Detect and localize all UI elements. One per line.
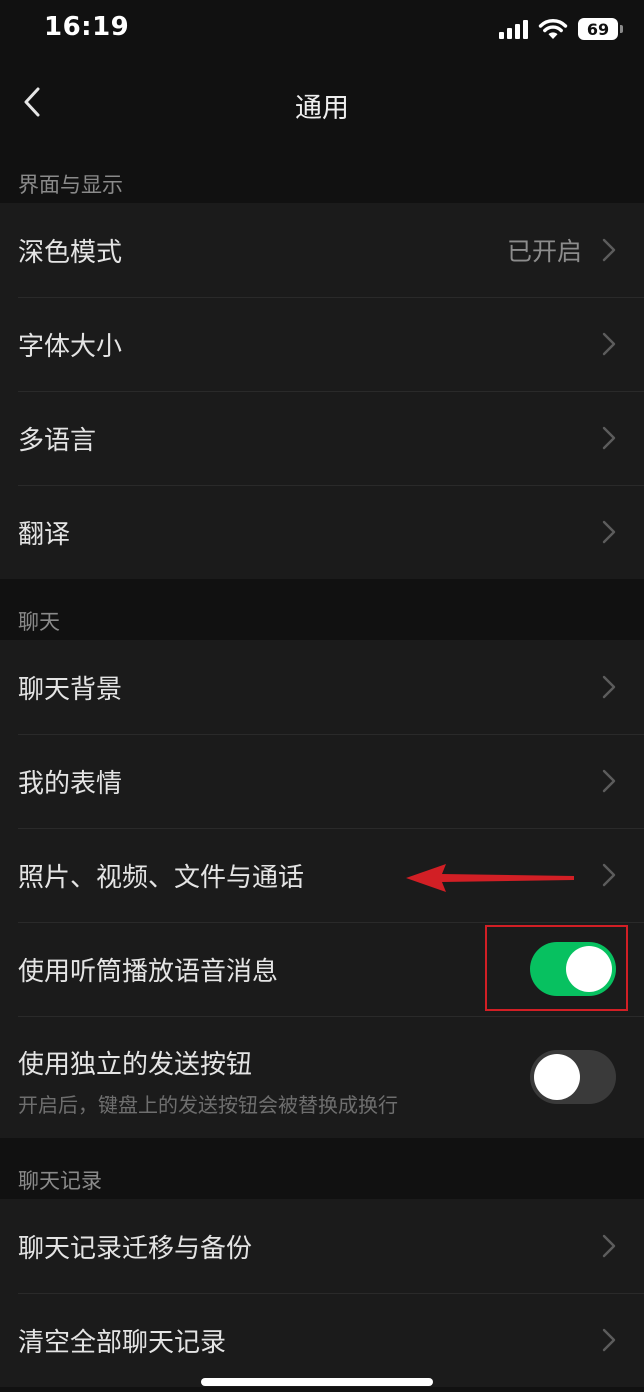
battery-level: 69 <box>586 19 610 39</box>
row-label: 聊天背景 <box>18 674 123 705</box>
toggle-knob <box>534 1054 580 1100</box>
battery-icon: 69 <box>578 18 623 40</box>
home-indicator <box>201 1378 433 1386</box>
chevron-right-icon <box>602 426 616 450</box>
row-label: 字体大小 <box>18 331 123 362</box>
signal-icon <box>499 19 528 39</box>
annotation-highlight-box <box>485 925 628 1011</box>
nav-bar: 通用 <box>0 62 644 146</box>
row-my-stickers[interactable]: 我的表情 <box>0 734 644 828</box>
group-display: 深色模式 已开启 字体大小 多语言 翻译 <box>0 203 644 579</box>
chevron-right-icon <box>602 332 616 356</box>
status-icons: 69 <box>499 16 623 42</box>
chevron-right-icon <box>602 769 616 793</box>
row-translate[interactable]: 翻译 <box>0 485 644 579</box>
row-label: 清空全部聊天记录 <box>18 1327 227 1358</box>
status-time: 16:19 <box>44 12 130 42</box>
section-header-chat: 聊天 <box>18 610 60 634</box>
row-language[interactable]: 多语言 <box>0 391 644 485</box>
row-label: 聊天记录迁移与备份 <box>18 1233 253 1264</box>
chevron-right-icon <box>602 675 616 699</box>
row-label: 照片、视频、文件与通话 <box>18 862 305 893</box>
row-chat-history-backup[interactable]: 聊天记录迁移与备份 <box>0 1199 644 1293</box>
row-chat-background[interactable]: 聊天背景 <box>0 640 644 734</box>
row-value: 已开启 <box>506 237 582 266</box>
group-chat-history: 聊天记录迁移与备份 清空全部聊天记录 <box>0 1199 644 1387</box>
row-label: 我的表情 <box>18 768 123 799</box>
chevron-right-icon <box>602 863 616 887</box>
row-clear-chat-history[interactable]: 清空全部聊天记录 <box>0 1293 644 1387</box>
page-title: 通用 <box>295 93 349 124</box>
section-header-chat-history: 聊天记录 <box>18 1169 102 1193</box>
settings-screen: 16:19 69 通用 界面与显示 深色模式 已开启 字体大小 多语言 翻译 聊… <box>0 0 644 1392</box>
status-bar: 16:19 69 <box>0 0 644 60</box>
send-button-toggle[interactable] <box>530 1050 616 1104</box>
chevron-right-icon <box>602 1328 616 1352</box>
row-separate-send-button: 使用独立的发送按钮 开启后，键盘上的发送按钮会被替换成换行 <box>0 1016 644 1138</box>
row-label: 多语言 <box>18 425 97 456</box>
annotation-arrow <box>406 864 574 892</box>
chevron-right-icon <box>602 1234 616 1258</box>
row-label: 翻译 <box>18 519 71 550</box>
row-dark-mode[interactable]: 深色模式 已开启 <box>0 203 644 297</box>
row-label: 深色模式 <box>18 237 123 268</box>
chevron-right-icon <box>602 520 616 544</box>
chevron-right-icon <box>602 238 616 262</box>
section-header-display: 界面与显示 <box>18 173 123 197</box>
wifi-icon <box>538 19 568 39</box>
row-font-size[interactable]: 字体大小 <box>0 297 644 391</box>
row-label: 使用听筒播放语音消息 <box>18 956 279 987</box>
